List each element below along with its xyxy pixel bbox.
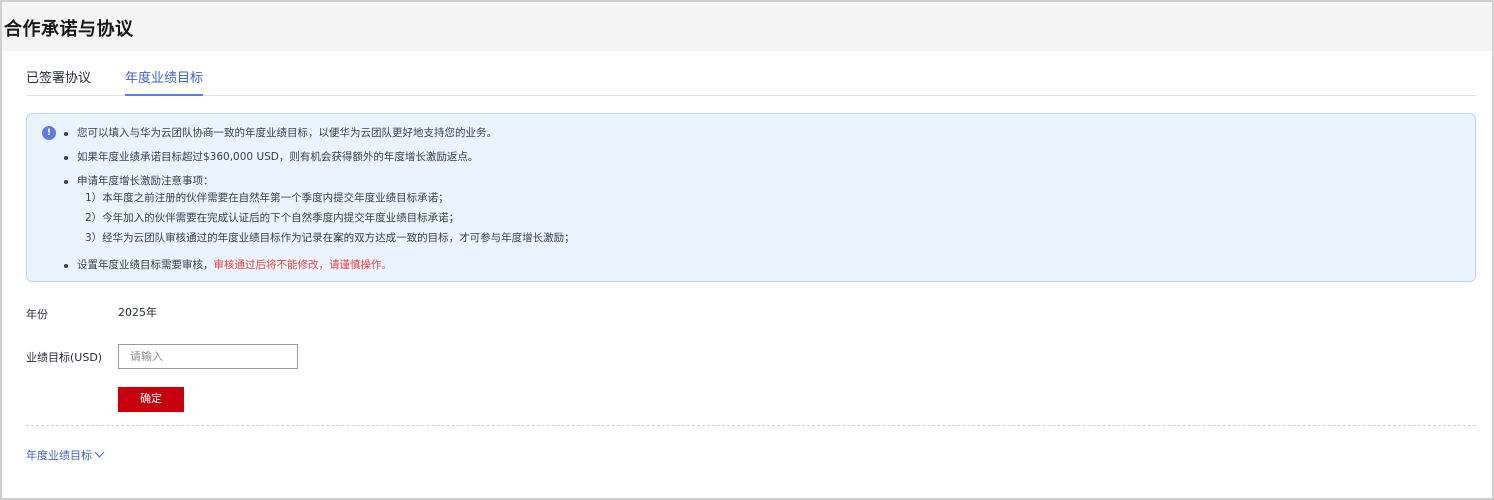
notice-box: ! 您可以填入与华为云团队协商一致的年度业绩目标，以便华为云团队更好地支持您的业… (26, 113, 1476, 282)
bullet-dot (64, 264, 68, 268)
chevron-down-icon (94, 447, 105, 458)
bullet-dot (64, 156, 68, 160)
tab-annual-target[interactable]: 年度业绩目标 (125, 70, 204, 96)
section-divider (26, 425, 1476, 426)
page-frame: 合作承诺与协议 已签署协议 年度业绩目标 ! 您可以填入与华为云团队协商一致的年… (0, 0, 1494, 500)
bullet-dot (64, 132, 68, 136)
tab-signed-agreements[interactable]: 已签署协议 (26, 70, 91, 96)
notice-line-1: 您可以填入与华为云团队协商一致的年度业绩目标，以便华为云团队更好地支持您的业务。 (77, 127, 497, 139)
year-value: 2025年 (118, 306, 157, 319)
info-icon: ! (42, 126, 56, 140)
notice-warning-text: 审核通过后将不能修改，请谨慎操作。 (213, 259, 393, 271)
notice-line-2: 如果年度业绩承诺目标超过$360,000 USD，则有机会获得额外的年度增长激励… (77, 151, 479, 163)
notice-line-3: 申请年度增长激励注意事项： (77, 175, 214, 187)
page-title: 合作承诺与协议 (4, 19, 134, 40)
year-label: 年份 (26, 308, 48, 321)
target-label: 业绩目标(USD) (26, 351, 103, 364)
notice-subline-2: 2）今年加入的伙伴需要在完成认证后的下个自然季度内提交年度业绩目标承诺； (85, 212, 460, 224)
notice-line-4: 设置年度业绩目标需要审核，审核通过后将不能修改，请谨慎操作。 (77, 258, 392, 272)
tab-bar: 已签署协议 年度业绩目标 (26, 70, 1476, 96)
page-header: 合作承诺与协议 (2, 2, 1492, 51)
notice-line-4-text: 设置年度业绩目标需要审核， (77, 259, 214, 271)
annual-target-history-toggle[interactable]: 年度业绩目标 (26, 447, 105, 463)
notice-subline-1: 1）本年度之前注册的伙伴需要在自然年第一个季度内提交年度业绩目标承诺； (85, 192, 449, 204)
confirm-button[interactable]: 确定 (118, 387, 184, 412)
history-toggle-label: 年度业绩目标 (26, 449, 92, 462)
bullet-dot (64, 180, 68, 184)
notice-subline-3: 3）经华为云团队审核通过的年度业绩目标作为记录在案的双方达成一致的目标，才可参与… (85, 232, 575, 244)
target-input[interactable] (118, 344, 298, 369)
